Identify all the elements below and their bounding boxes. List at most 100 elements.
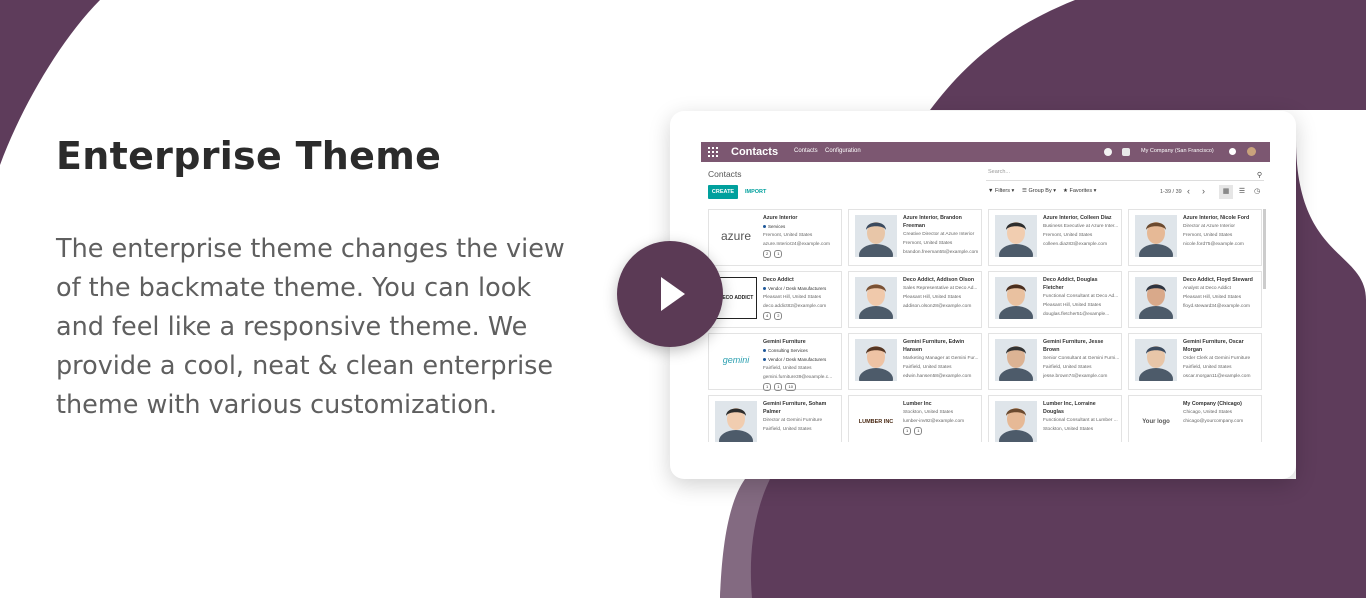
contacts-app-screenshot: Contacts Contacts Configuration My Compa… xyxy=(701,142,1270,442)
contact-avatar xyxy=(855,277,897,319)
groupby-label: Group By xyxy=(1028,188,1052,194)
contact-detail: addison.olson28@example.com xyxy=(903,304,972,309)
search-placeholder: Search... xyxy=(988,169,1011,175)
contact-name: My Company (Chicago) xyxy=(1183,401,1242,407)
count-badge[interactable]: 1 xyxy=(914,427,923,435)
create-button[interactable]: CREATE xyxy=(708,185,738,199)
contact-detail: gemini.furniture39@example.c... xyxy=(763,375,833,380)
chevron-right-icon[interactable]: › xyxy=(1202,186,1205,196)
contact-detail: Marketing Manager at Gemini Fur... xyxy=(903,356,979,361)
contact-detail: Pleasant Hill, United States xyxy=(763,295,822,300)
contact-info: Azure Interior, Nicole Ford Director at A… xyxy=(1183,214,1259,249)
contact-detail: Analyst at Deco Addict xyxy=(1183,286,1231,291)
contact-card[interactable]: Lumber Inc, Lorraine Douglas Functional C… xyxy=(988,395,1122,442)
contact-card[interactable]: Azure Interior, Nicole Ford Director at A… xyxy=(1128,209,1262,266)
contact-card[interactable]: gemini Gemini Furniture Consulting Service… xyxy=(708,333,842,391)
app-title: Contacts xyxy=(731,146,779,158)
contact-info: Azure Interior, Brandon Freeman Creative … xyxy=(903,214,979,257)
scrollbar[interactable] xyxy=(1263,209,1266,289)
activity-icon[interactable] xyxy=(1104,148,1112,156)
contact-detail: Functional Consultant at Lumber ... xyxy=(1043,418,1118,423)
chat-icon[interactable] xyxy=(1122,148,1130,156)
contact-detail: nicole.ford75@example.com xyxy=(1183,242,1244,247)
favorites-dropdown[interactable]: ★ Favorites ▾ xyxy=(1063,188,1096,194)
apps-grid-icon[interactable] xyxy=(708,147,718,157)
contact-detail: floyd.steward34@example.com xyxy=(1183,304,1250,309)
user-avatar[interactable] xyxy=(1247,147,1256,156)
contact-badges: 21 xyxy=(763,250,839,258)
contact-info: Gemini Furniture Consulting Services Vendo… xyxy=(763,338,839,391)
company-logo: gemini xyxy=(715,339,757,381)
chevron-left-icon[interactable]: ‹ xyxy=(1187,186,1190,196)
import-button[interactable]: IMPORT xyxy=(745,185,766,199)
search-input[interactable]: Search... ⚲ xyxy=(986,169,1264,181)
contact-card[interactable]: Deco Addict, Addison Olson Sales Represen… xyxy=(848,271,982,328)
count-badge[interactable]: 2 xyxy=(763,250,772,258)
contact-avatar xyxy=(995,277,1037,319)
contact-card[interactable]: LUMBER INC Lumber Inc Stockton, United Sta… xyxy=(848,395,982,442)
contact-info: Deco Addict, Addison Olson Sales Represen… xyxy=(903,276,979,311)
star-icon: ★ xyxy=(1063,188,1068,194)
contact-card[interactable]: DECO ADDICT Deco Addict Vendor / Desk Manu… xyxy=(708,271,842,328)
contact-name: Deco Addict xyxy=(763,277,794,283)
contact-badges: 1 1 10 xyxy=(763,383,839,391)
contact-info: Deco Addict, Douglas Fletcher Functional … xyxy=(1043,276,1119,319)
contact-card[interactable]: Gemini Furniture, Soham Palmer Director a… xyxy=(708,395,842,442)
contact-card[interactable]: Deco Addict, Floyd Steward Analyst at Dec… xyxy=(1128,271,1262,328)
activity-view-icon[interactable]: ◷ xyxy=(1250,185,1264,199)
contact-card[interactable]: Azure Interior, Colleen Diaz Business Exe… xyxy=(988,209,1122,266)
contact-detail: Stockton, United States xyxy=(903,410,954,415)
search-icon[interactable]: ⚲ xyxy=(1257,171,1262,179)
contact-name: Lumber Inc, Lorraine Douglas xyxy=(1043,401,1096,415)
contact-detail: Fairfield, United States xyxy=(763,366,812,371)
contact-name: Azure Interior, Nicole Ford xyxy=(1183,215,1250,221)
contact-card[interactable]: Gemini Furniture, Jesse Brown Senior Cons… xyxy=(988,333,1122,390)
list-view-icon[interactable]: ☰ xyxy=(1235,185,1249,199)
play-icon xyxy=(661,277,685,311)
filters-dropdown[interactable]: ▼ Filters ▾ xyxy=(988,188,1014,194)
contact-detail: Sales Representative at Deco Ad... xyxy=(903,286,978,291)
company-switcher[interactable]: My Company (San Francisco) xyxy=(1141,148,1214,154)
menu-configuration[interactable]: Configuration xyxy=(825,148,861,154)
contact-card[interactable]: Your logo My Company (Chicago) Chicago, Un… xyxy=(1128,395,1262,442)
count-badge[interactable]: 4 xyxy=(763,312,772,320)
contact-name: Gemini Furniture, Oscar Morgan xyxy=(1183,339,1244,353)
contact-card[interactable]: Gemini Furniture, Oscar Morgan Order Cler… xyxy=(1128,333,1262,390)
contact-badges: 42 xyxy=(763,312,839,320)
kanban-view-icon[interactable]: ▦ xyxy=(1219,185,1233,199)
contact-info: Lumber Inc Stockton, United States lumber-… xyxy=(903,400,979,435)
caret-down-icon: ▾ xyxy=(1053,188,1056,194)
count-badge[interactable]: 10 xyxy=(785,383,796,391)
contact-card[interactable]: Azure Interior, Brandon Freeman Creative … xyxy=(848,209,982,266)
contact-info: Azure Interior Services Fremont, United St… xyxy=(763,214,839,258)
contact-tag: Consulting Services xyxy=(763,346,839,355)
menu-contacts[interactable]: Contacts xyxy=(794,148,818,154)
contact-name: Lumber Inc xyxy=(903,401,932,407)
contact-tag: Services xyxy=(763,222,839,231)
contact-card[interactable]: Gemini Furniture, Edwin Hansen Marketing … xyxy=(848,333,982,390)
contact-detail: Senior Consultant at Gemini Furni... xyxy=(1043,356,1119,361)
caret-down-icon: ▾ xyxy=(1011,188,1015,194)
theme-toggle-icon[interactable] xyxy=(1229,148,1236,155)
contact-detail: Business Executive at Azure Inter... xyxy=(1043,224,1119,229)
hero-description: The enterprise theme changes the view of… xyxy=(56,234,565,420)
contact-detail: brandon.freeman55@example.com xyxy=(903,250,979,255)
count-badge[interactable]: 2 xyxy=(774,312,783,320)
contact-detail: Pleasant Hill, United States xyxy=(903,295,962,300)
count-badge[interactable]: 1 xyxy=(763,383,772,391)
contact-detail: Fremont, United States xyxy=(1183,233,1233,238)
count-badge[interactable]: 1 xyxy=(774,250,783,258)
contact-card[interactable]: Deco Addict, Douglas Fletcher Functional … xyxy=(988,271,1122,328)
contact-name: Azure Interior, Colleen Diaz xyxy=(1043,215,1112,221)
contact-avatar xyxy=(1135,277,1177,319)
contact-avatar xyxy=(995,401,1037,442)
count-badge[interactable]: 1 xyxy=(903,427,912,435)
breadcrumb: Contacts xyxy=(708,169,742,179)
contact-info: Lumber Inc, Lorraine Douglas Functional C… xyxy=(1043,400,1119,434)
contact-detail: Director at Gemini Furniture xyxy=(763,418,823,423)
count-badge[interactable]: 1 xyxy=(774,383,783,391)
caret-down-icon: ▾ xyxy=(1093,188,1097,194)
groupby-dropdown[interactable]: ☰ Group By ▾ xyxy=(1022,188,1056,194)
contact-card[interactable]: azure Azure Interior Services Fremont, Unit… xyxy=(708,209,842,266)
play-button[interactable] xyxy=(617,241,723,347)
